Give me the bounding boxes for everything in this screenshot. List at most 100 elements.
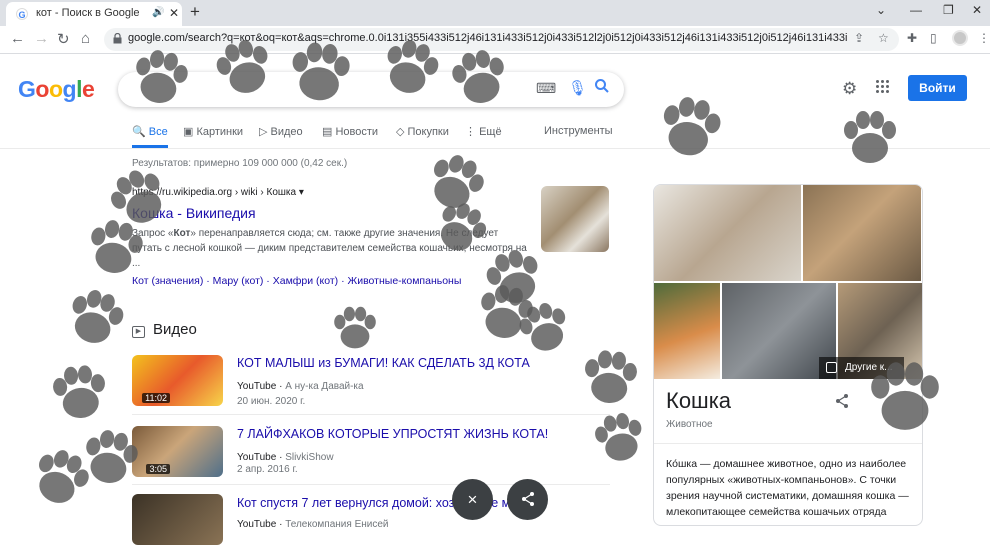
settings-gear-icon[interactable]: ⚙ (842, 79, 857, 99)
tab-news[interactable]: ▤ Новости (322, 125, 378, 138)
video-thumbnail[interactable] (132, 494, 223, 545)
video-thumbnail[interactable]: 3:05 (132, 426, 223, 477)
browser-tab[interactable]: G кот - Поиск в Google 🔊 ✕ (6, 2, 182, 26)
video-date: 2 апр. 2016 г. (237, 464, 298, 475)
result-cite[interactable]: https://ru.wikipedia.org › wiki › Кошка … (132, 187, 304, 198)
new-tab-button[interactable]: + (190, 2, 200, 22)
paw-print (72, 289, 124, 343)
logo-letter: o (35, 76, 49, 102)
home-icon[interactable]: ⌂ (81, 30, 90, 47)
share-button[interactable] (507, 479, 548, 520)
knowledge-image[interactable] (654, 185, 801, 281)
paw-print (434, 155, 484, 208)
sitelink[interactable]: Кот (значения) (132, 275, 203, 287)
play-icon: ▶ (132, 326, 145, 338)
sitelink[interactable]: Животные-компаньоны (348, 275, 462, 287)
paw-print (585, 350, 637, 403)
url-text[interactable]: google.com/search?q=кот&oq=кот&aqs=chrom… (128, 32, 848, 44)
google-logo[interactable]: Google (18, 76, 95, 103)
speaker-icon[interactable]: 🔊 (152, 7, 164, 18)
google-apps-icon[interactable] (876, 80, 890, 94)
sidepanel-icon[interactable]: ▯ (930, 31, 937, 45)
video-source: YouTube · SlivkiShow (237, 452, 334, 463)
sitelink[interactable]: Хамфри (кот) (273, 275, 338, 287)
paw-print (663, 97, 721, 156)
divider (0, 148, 990, 149)
tab-all[interactable]: 🔍 Все (132, 125, 168, 148)
video-platform: YouTube (237, 381, 277, 392)
tab-close-icon[interactable]: ✕ (169, 6, 179, 20)
tab-label: Покупки (407, 126, 449, 138)
address-bar[interactable]: google.com/search?q=кот&oq=кот&aqs=chrom… (104, 28, 899, 51)
profile-avatar[interactable] (952, 30, 968, 46)
sitelink[interactable]: Мару (кот) (213, 275, 264, 287)
share-icon[interactable] (834, 393, 850, 409)
menu-icon[interactable]: ⋮ (978, 31, 990, 45)
result-snippet: Запрос «Кот» перенаправляется сюда; см. … (132, 226, 527, 271)
tab-label: Картинки (196, 126, 244, 138)
search-box[interactable]: ⌨ 🎙 (118, 72, 624, 107)
paw-print (481, 285, 533, 338)
knowledge-image[interactable] (654, 283, 720, 379)
videos-heading: ▶ Видео (132, 321, 197, 338)
tab-title: кот - Поиск в Google (36, 7, 140, 19)
result-stats: Результатов: примерно 109 000 000 (0,42 … (132, 158, 348, 169)
logo-letter: o (48, 76, 63, 102)
extensions-icon[interactable]: ✚ (907, 31, 917, 45)
video-platform: YouTube (237, 452, 277, 463)
logo-letter: g (62, 76, 77, 102)
snippet-text: Запрос « (132, 228, 174, 239)
result-thumbnail[interactable] (541, 186, 609, 252)
back-icon[interactable]: ← (10, 30, 25, 47)
paw-print (334, 306, 376, 349)
keyboard-icon[interactable]: ⌨ (536, 80, 556, 97)
video-title-link[interactable]: 7 ЛАЙФХАКОВ КОТОРЫЕ УПРОСТЯТ ЖИЗНЬ КОТА! (237, 427, 548, 441)
paw-print (519, 302, 566, 351)
divider (654, 443, 922, 444)
tab-search-icon[interactable]: ⌄ (876, 3, 886, 17)
minimize-button[interactable]: — (910, 3, 922, 17)
logo-letter: G (18, 76, 36, 102)
microphone-icon[interactable]: 🎙 (568, 79, 587, 97)
knowledge-description: Ко́шка — домашнее животное, одно из наиб… (666, 458, 909, 525)
video-thumbnail[interactable]: 11:02 (132, 355, 223, 406)
video-channel: Телекомпания Енисей (285, 519, 389, 530)
tab-videos[interactable]: ▷ Видео (259, 125, 303, 138)
reload-icon[interactable]: ↻ (57, 30, 70, 48)
browser-toolbar: ← → ↻ ⌂ google.com/search?q=кот&oq=кот&a… (0, 26, 990, 54)
close-window-button[interactable]: ✕ (972, 3, 982, 17)
snippet-text: » перенаправляется сюда; см. также други… (132, 228, 527, 269)
sign-in-button[interactable]: Войти (908, 75, 967, 101)
search-icon[interactable] (594, 78, 610, 94)
video-title-link[interactable]: Кот спустя 7 лет вернулся домой: хозяйка… (237, 496, 546, 510)
tab-shopping[interactable]: ◇ Покупки (396, 125, 449, 138)
more-images-button[interactable]: Другие к... (819, 357, 904, 379)
bookmark-star-icon[interactable]: ☆ (878, 31, 889, 45)
video-date: 20 июн. 2020 г. (237, 396, 306, 407)
divider (132, 414, 610, 415)
tools-button[interactable]: Инструменты (544, 125, 613, 137)
forward-icon[interactable]: → (34, 30, 49, 47)
knowledge-panel: Другие к... Кошка Животное Ко́шка — дома… (653, 184, 923, 526)
video-title-link[interactable]: КОТ МАЛЫШ из БУМАГИ! КАК СДЕЛАТЬ 3Д КОТА (237, 356, 530, 370)
paw-print (595, 413, 642, 461)
result-title-link[interactable]: Кошка - Википедия (132, 205, 256, 221)
tab-more[interactable]: ⋮ Ещё (465, 125, 502, 138)
lock-icon (113, 33, 122, 44)
knowledge-subtitle: Животное (666, 419, 713, 430)
image-icon (826, 362, 837, 373)
snippet-bold: Кот (173, 228, 191, 239)
video-source: YouTube · А ну-ка Давай-ка (237, 381, 364, 392)
tab-label: Все (148, 126, 168, 138)
tab-images[interactable]: ▣ Картинки (183, 125, 243, 138)
video-duration: 3:05 (146, 464, 170, 474)
video-source: YouTube · Телекомпания Енисей (237, 519, 389, 530)
share-page-icon[interactable]: ⇪ (854, 31, 864, 45)
logo-letter: e (81, 76, 95, 102)
browser-tab-bar: G кот - Поиск в Google 🔊 ✕ + ⌄ — ❐ ✕ (0, 0, 990, 26)
tab-label: Видео (270, 126, 303, 138)
knowledge-image[interactable] (803, 185, 921, 281)
close-overlay-button[interactable]: × (452, 479, 493, 520)
maximize-button[interactable]: ❐ (943, 3, 954, 17)
video-duration: 11:02 (142, 393, 170, 403)
